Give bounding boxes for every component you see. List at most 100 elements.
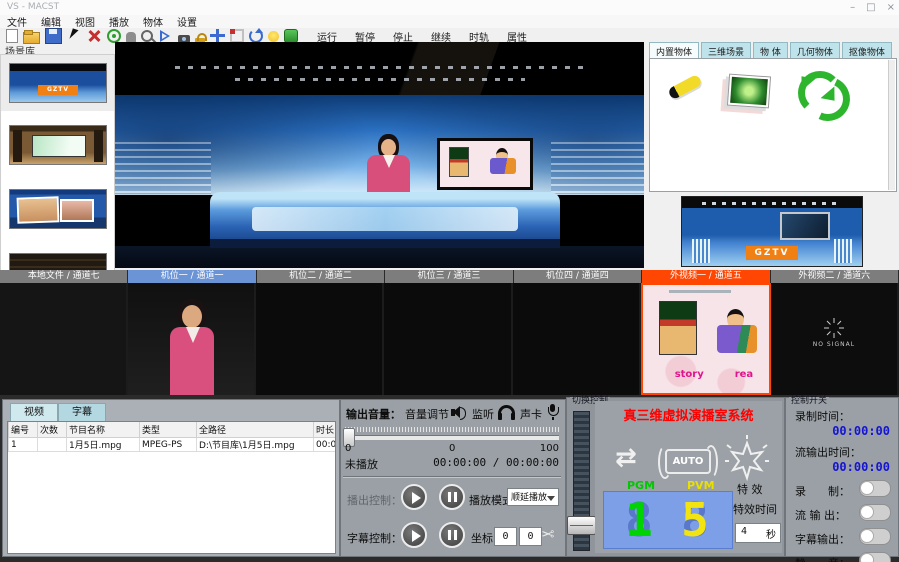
record-toggle-knob[interactable] <box>860 481 874 495</box>
bottom-dock: 视频 字幕 编号次数节目名称类型全路径时长 11月5日.mpgMPEG-PSD:… <box>0 395 899 562</box>
object-tab-2[interactable]: 物 体 <box>753 42 788 58</box>
scale-min: 0 <box>345 443 351 454</box>
rotate-axis-icon[interactable] <box>107 29 121 43</box>
object-tab-0[interactable]: 内置物体 <box>649 42 699 58</box>
image-stack-icon[interactable] <box>727 74 771 109</box>
select-cursor-icon[interactable] <box>67 29 82 43</box>
channel-cell-external1[interactable]: story rea <box>641 283 771 395</box>
tv-book-graphic <box>449 147 469 177</box>
scene2-pillar <box>13 130 22 162</box>
control-switches-panel: 控制开关 录制时间： 00:00:00 流输出时间： 00:00:00 录 制：… <box>785 397 899 557</box>
maximize-button[interactable]: □ <box>866 1 875 14</box>
channel-label-5[interactable]: 外视频一 / 通道五 <box>642 270 770 283</box>
minimize-button[interactable]: – <box>850 1 855 14</box>
menu-item-2[interactable]: 视图 <box>68 14 102 29</box>
zoom-icon[interactable] <box>141 30 153 42</box>
light-icon[interactable] <box>268 31 279 42</box>
toggle-row-2: 字幕输出： <box>795 528 891 546</box>
channel-label-2[interactable]: 机位二 / 通道二 <box>257 270 385 283</box>
close-button[interactable]: × <box>887 1 895 14</box>
headphone-icon[interactable] <box>498 405 515 420</box>
channel-cell-camera2[interactable] <box>256 283 384 395</box>
mute-toggle[interactable] <box>859 552 891 562</box>
subtitle-play-button[interactable] <box>401 522 427 548</box>
rotate-icon[interactable] <box>249 29 263 43</box>
subtitle-output-toggle-knob[interactable] <box>860 529 874 543</box>
toggle-row-3: 静 音： <box>795 552 891 562</box>
channel-cell-camera4[interactable] <box>513 283 641 395</box>
playlist-cell <box>38 438 67 452</box>
coord-y-input[interactable] <box>519 527 542 546</box>
tab-video[interactable]: 视频 <box>10 403 58 422</box>
object-tab-3[interactable]: 几何物体 <box>790 42 840 58</box>
menu-item-3[interactable]: 播放 <box>102 14 136 29</box>
broadcast-pause-button[interactable] <box>439 484 465 510</box>
studio-floor <box>115 246 644 268</box>
star-effect-icon[interactable] <box>723 435 771 483</box>
channel-label-4[interactable]: 机位四 / 通道四 <box>514 270 642 283</box>
delete-object-icon[interactable] <box>87 29 102 43</box>
channel-label-6[interactable]: 外视频二 / 通道六 <box>771 270 899 283</box>
pvm-scene-preview[interactable]: GZTV <box>681 196 863 267</box>
broadcast-play-button[interactable] <box>401 484 427 510</box>
pan-hand-icon[interactable] <box>126 32 136 43</box>
material-icon[interactable] <box>284 29 298 43</box>
swap-transition-icon[interactable]: ⇄ <box>615 443 637 473</box>
channel-label-3[interactable]: 机位三 / 通道三 <box>385 270 513 283</box>
transition-fader-handle[interactable] <box>567 516 596 535</box>
channel-label-0[interactable]: 本地文件 / 通道七 <box>0 270 128 283</box>
control-switches-group-label: 控制开关 <box>789 397 829 406</box>
channel-cell-local-file[interactable] <box>0 283 128 395</box>
play-outline-icon[interactable] <box>158 29 173 43</box>
toggle-row-1: 流 输 出： <box>795 504 891 522</box>
stream-output-toggle[interactable] <box>859 504 891 521</box>
playlist-cell: MPEG-PS <box>140 438 197 452</box>
auto-transition-button[interactable]: AUTO <box>665 449 711 474</box>
refresh-arrows-icon[interactable] <box>798 71 842 111</box>
subtitle-pause-button[interactable] <box>439 522 465 548</box>
playlist-cell: 1月5日.mpg <box>67 438 140 452</box>
studio-lights <box>235 78 525 81</box>
stream-output-toggle-knob[interactable] <box>860 505 874 519</box>
speaker-icon[interactable] <box>451 406 467 419</box>
menu-item-0[interactable]: 文件 <box>0 14 34 29</box>
object-tab-4[interactable]: 抠像物体 <box>842 42 892 58</box>
tab-subtitle[interactable]: 字幕 <box>58 403 106 422</box>
menu-item-5[interactable]: 设置 <box>170 14 204 29</box>
scene-thumbnail-2[interactable] <box>9 125 107 165</box>
channel-cell-camera3[interactable] <box>384 283 512 395</box>
record-toggle[interactable] <box>859 480 891 497</box>
main-3d-preview[interactable] <box>115 42 644 268</box>
menu-item-4[interactable]: 物体 <box>136 14 170 29</box>
marker-pen-icon[interactable] <box>667 74 703 101</box>
mute-toggle-knob[interactable] <box>860 553 874 562</box>
scene2-screen <box>32 135 86 157</box>
playlist-column-header: 编号 <box>9 422 38 438</box>
channel-number-display: 8 1 8 5 <box>603 491 733 549</box>
playlist-row-0[interactable]: 11月5日.mpgMPEG-PSD:\节目库\1月5日.mpg00:02:05 <box>9 438 337 452</box>
effect-time-input[interactable]: 4 秒 <box>735 523 781 543</box>
channel-cell-camera1[interactable] <box>128 283 256 395</box>
studio-desk <box>210 192 560 248</box>
save-icon[interactable] <box>45 28 62 44</box>
channel-cell-external2[interactable]: NO SIGNAL <box>771 283 899 395</box>
scene-thumbnail-1[interactable]: GZTV <box>9 63 107 103</box>
channel-label-1[interactable]: 机位一 / 通道一 <box>128 270 256 283</box>
object-panel-scrollbar[interactable] <box>888 60 895 190</box>
play-mode-select[interactable]: 顺延播放 <box>507 488 559 506</box>
object-tab-1[interactable]: 三维场景 <box>701 42 751 58</box>
scissors-icon[interactable]: ✂ <box>541 524 554 543</box>
playlist-cell: 1 <box>9 438 38 452</box>
move-icon[interactable] <box>210 29 225 43</box>
menu-item-1[interactable]: 编辑 <box>34 14 68 29</box>
volume-slider-track[interactable] <box>345 435 559 440</box>
playlist-column-header: 类型 <box>140 422 197 438</box>
scene-thumbnail-3[interactable] <box>9 189 107 229</box>
subtitle-output-toggle[interactable] <box>859 528 891 545</box>
playlist-column-header: 次数 <box>38 422 67 438</box>
scale-icon[interactable] <box>230 29 244 43</box>
new-file-icon[interactable] <box>6 29 18 43</box>
playlist-cell: 00:02:05 <box>314 438 337 452</box>
microphone-icon[interactable] <box>547 404 559 420</box>
coord-x-input[interactable] <box>494 527 517 546</box>
